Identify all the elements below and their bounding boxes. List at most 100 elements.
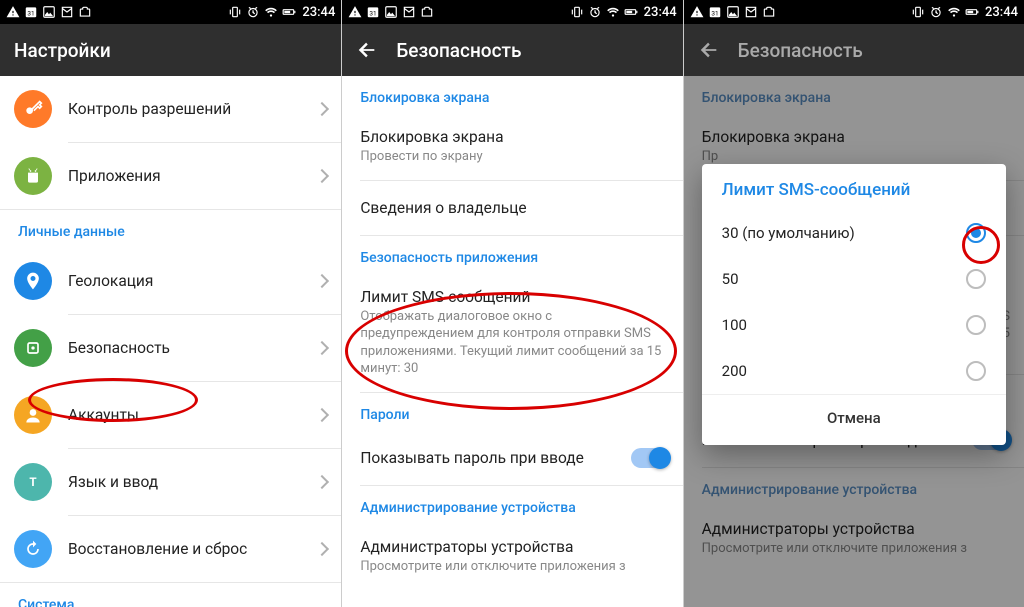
section-personal: Личные данные (0, 210, 341, 248)
sms-limit-dialog: Лимит SMS-сообщений 30 (по умолчанию) 50… (702, 164, 1006, 445)
row-label: Контроль разрешений (68, 100, 309, 118)
page-title: Безопасность (738, 39, 863, 62)
page-title: Настройки (14, 39, 111, 62)
row-label: Аккаунты (68, 406, 309, 424)
alarm-icon (929, 5, 943, 19)
svg-text:31: 31 (370, 10, 377, 18)
row-sub: Просмотрите или отключите приложения з (360, 558, 668, 576)
back-icon (698, 39, 720, 61)
status-bar: 31 23:44 (684, 0, 1024, 24)
row-label: Геолокация (68, 272, 309, 290)
row-label: Язык и ввод (68, 473, 309, 491)
status-time: 23:44 (302, 5, 335, 20)
radio-icon (966, 223, 986, 243)
row-label: Показывать пароль при вводе (360, 449, 630, 467)
row-screen-lock[interactable]: Блокировка экрана Провести по экрану (342, 114, 682, 180)
key-icon (14, 90, 52, 128)
row-show-password[interactable]: Показывать пароль при вводе (342, 431, 682, 485)
option-100[interactable]: 100 (702, 302, 1006, 348)
section-system: Система (0, 583, 341, 607)
vibrate-icon (228, 5, 242, 19)
back-button[interactable] (698, 39, 720, 61)
battery-icon (624, 5, 638, 19)
option-label: 50 (722, 270, 739, 288)
battery-icon (965, 5, 979, 19)
row-device-admins[interactable]: Администраторы устройства Просмотрите ил… (342, 524, 682, 590)
svg-text:31: 31 (711, 10, 718, 18)
chevron-right-icon (315, 169, 329, 183)
security-list-behind: Блокировка экрана Блокировка экрана Пр С… (684, 76, 1024, 607)
app-bar: Настройки (0, 24, 341, 76)
option-label: 200 (722, 362, 747, 380)
row-apps[interactable]: Приложения (0, 143, 341, 209)
mail-icon (744, 5, 758, 19)
chevron-right-icon (315, 102, 329, 116)
wifi-icon (264, 5, 278, 19)
mail-icon (60, 5, 74, 19)
cancel-button[interactable]: Отмена (702, 394, 1006, 441)
svg-text:31: 31 (27, 10, 34, 18)
image-icon (42, 5, 56, 19)
svg-text:T: T (29, 475, 36, 489)
radio-icon (966, 361, 986, 381)
account-icon (14, 396, 52, 434)
dialog-title: Лимит SMS-сообщений (702, 164, 1006, 210)
wifi-icon (947, 5, 961, 19)
alarm-icon (588, 5, 602, 19)
row-sms-limit[interactable]: Лимит SMS-сообщений Отображать диалогово… (342, 274, 682, 392)
text-icon: T (14, 463, 52, 501)
vibrate-icon (911, 5, 925, 19)
option-200[interactable]: 200 (702, 348, 1006, 394)
section-admin: Администрирование устройства (342, 486, 682, 524)
row-owner-info[interactable]: Сведения о владельце (342, 181, 682, 235)
app-bar: Безопасность (342, 24, 682, 76)
option-50[interactable]: 50 (702, 256, 1006, 302)
section-passwords: Пароли (342, 393, 682, 431)
warning-icon (6, 5, 20, 19)
row-label: Администраторы устройства (360, 538, 668, 556)
back-button[interactable] (356, 39, 378, 61)
row-label: Восстановление и сброс (68, 540, 309, 558)
chevron-right-icon (315, 542, 329, 556)
restore-icon (14, 530, 52, 568)
image-icon (384, 5, 398, 19)
radio-icon (966, 315, 986, 335)
row-label: Сведения о владельце (360, 199, 668, 217)
page-title: Безопасность (396, 39, 521, 62)
row-reset[interactable]: Восстановление и сброс (0, 516, 341, 582)
row-location[interactable]: Геолокация (0, 248, 341, 314)
briefcase-icon (762, 5, 776, 19)
security-list: Блокировка экрана Блокировка экрана Пров… (342, 76, 682, 607)
status-bar: 31 23:44 (342, 0, 682, 24)
row-label: Лимит SMS-сообщений (360, 288, 668, 306)
status-time: 23:44 (644, 5, 677, 20)
chevron-right-icon (315, 475, 329, 489)
app-bar: Безопасность (684, 24, 1024, 76)
row-sub: Провести по экрану (360, 148, 668, 166)
screen-security: 31 23:44 Безопасность Блокировка экрана … (341, 0, 682, 607)
back-icon (356, 39, 378, 61)
radio-icon (966, 269, 986, 289)
mail-icon (402, 5, 416, 19)
image-icon (726, 5, 740, 19)
row-language[interactable]: T Язык и ввод (0, 449, 341, 515)
warning-icon (348, 5, 362, 19)
option-label: 100 (722, 316, 747, 334)
option-30[interactable]: 30 (по умолчанию) (702, 210, 1006, 256)
row-permissions[interactable]: Контроль разрешений (0, 76, 341, 142)
alarm-icon (246, 5, 260, 19)
location-icon (14, 262, 52, 300)
screen-security-dialog: 31 23:44 Безопасность Блокировка экрана … (683, 0, 1024, 607)
row-security[interactable]: Безопасность (0, 315, 341, 381)
row-label: Безопасность (68, 339, 309, 357)
section-screen-lock: Блокировка экрана (342, 76, 682, 114)
battery-icon (282, 5, 296, 19)
status-bar: 31 23:44 (0, 0, 341, 24)
warning-icon (690, 5, 704, 19)
toggle-show-password[interactable] (631, 448, 669, 468)
shield-icon (14, 329, 52, 367)
row-sub: Отображать диалоговое окно с предупрежде… (360, 308, 668, 378)
calendar-icon: 31 (366, 5, 380, 19)
calendar-icon: 31 (708, 5, 722, 19)
row-accounts[interactable]: Аккаунты (0, 382, 341, 448)
